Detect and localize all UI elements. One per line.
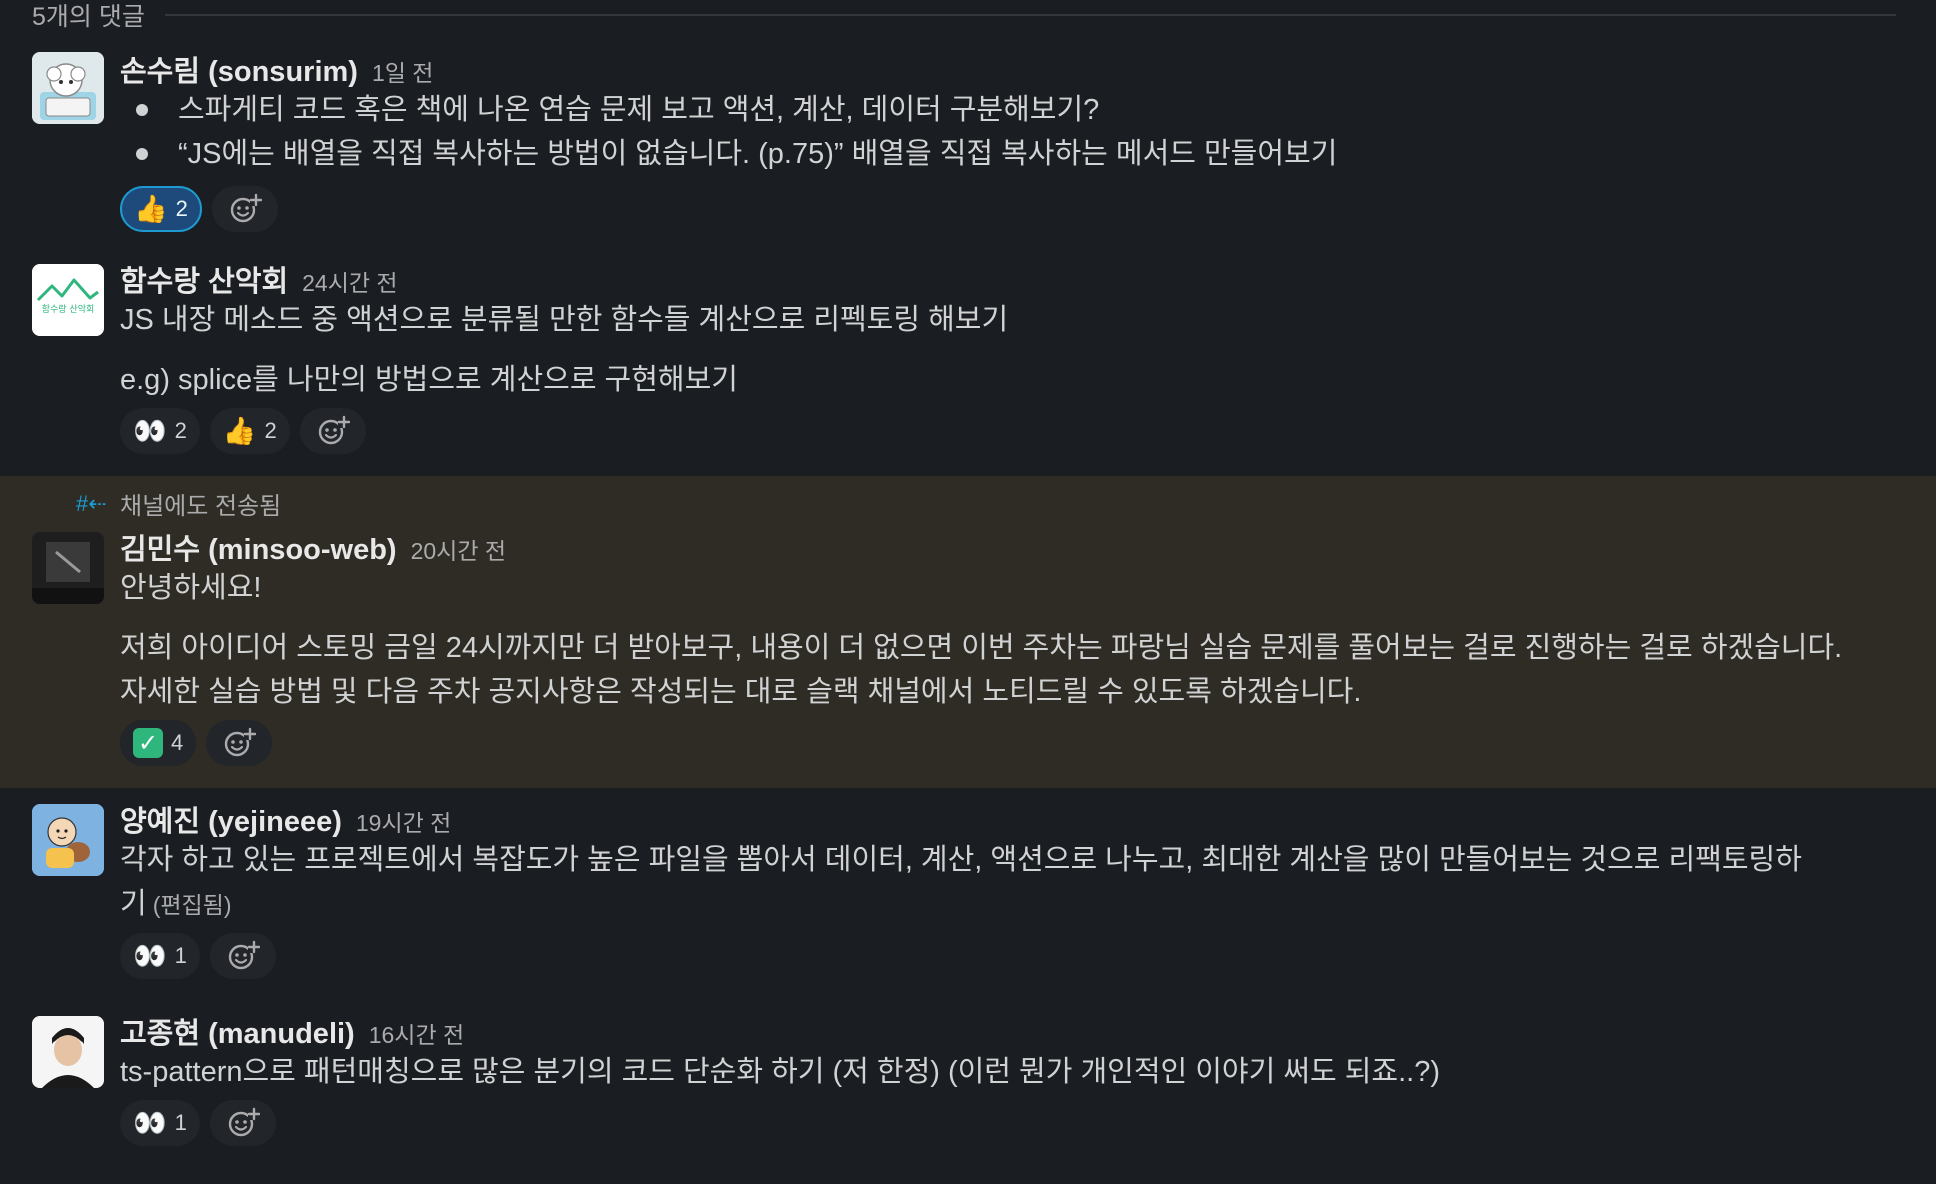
author-name[interactable]: 함수랑 산악회 xyxy=(120,258,288,300)
reaction-count: 1 xyxy=(174,943,187,968)
list-item: 스파게티 코드 혹은 책에 나온 연습 문제 보고 액션, 계산, 데이터 구분… xyxy=(120,88,1896,132)
divider-line xyxy=(164,14,1896,16)
avatar-sheep-illustration xyxy=(32,52,104,124)
eyes-emoji: 👀 xyxy=(133,940,167,971)
avatar-mountain-logo: 함수랑 산악회 xyxy=(32,264,104,336)
message-minsoo-web: #⇠ 채널에도 전송됨 김민수 (minsoo-web) 20시간 전 안녕하세… xyxy=(0,476,1936,788)
message-text: ts-pattern으로 패턴매칭으로 많은 분기의 코드 단순화 하기 (저 … xyxy=(120,1056,1441,1088)
reaction-check-mark[interactable]: ✓ 4 xyxy=(120,720,197,766)
reactions-bar: 👀 2 👍 2 xyxy=(120,408,1896,454)
replies-count-divider: 5개의 댓글 xyxy=(32,0,1896,31)
message-text: 각자 하고 있는 프로젝트에서 복잡도가 높은 파일을 뽑아서 데이터, 계산,… xyxy=(120,844,1802,876)
timestamp[interactable]: 19시간 전 xyxy=(356,804,451,838)
message-yejineee: 양예진 (yejineee) 19시간 전 각자 하고 있는 프로젝트에서 복잡… xyxy=(0,792,1936,992)
message-meta: 손수림 (sonsurim) 1일 전 xyxy=(120,48,1896,88)
avatar-cartoon-illustration xyxy=(32,804,104,876)
reaction-eyes[interactable]: 👀 1 xyxy=(120,1100,200,1146)
check-mark-emoji: ✓ xyxy=(133,728,163,758)
reaction-count: 2 xyxy=(264,418,277,443)
message-meta: 김민수 (minsoo-web) 20시간 전 xyxy=(120,526,1896,566)
reaction-count: 2 xyxy=(174,418,187,443)
message-text: 기 xyxy=(120,888,147,920)
message-body: 김민수 (minsoo-web) 20시간 전 안녕하세요! 저희 아이디어 스… xyxy=(120,526,1896,766)
avatar-hamsurang[interactable]: 함수랑 산악회 xyxy=(32,264,104,336)
list-item-text: 스파게티 코드 혹은 책에 나온 연습 문제 보고 액션, 계산, 데이터 구분… xyxy=(178,94,1100,126)
reaction-thumbs-up[interactable]: 👍 2 xyxy=(209,408,290,454)
reaction-count: 2 xyxy=(175,196,188,221)
author-name[interactable]: 양예진 (yejineee) xyxy=(120,798,342,840)
message-text: 자세한 실습 방법 및 다음 주차 공지사항은 작성되는 대로 슬랙 채널에서 … xyxy=(120,676,1362,708)
add-reaction-icon xyxy=(228,1107,260,1137)
message-text-continued: 기 (편집됨) xyxy=(120,882,1896,927)
author-name[interactable]: 김민수 (minsoo-web) xyxy=(120,526,397,568)
bullet-dot xyxy=(136,104,148,116)
add-reaction-button[interactable] xyxy=(206,720,273,766)
eyes-emoji: 👀 xyxy=(133,415,167,446)
add-reaction-icon xyxy=(228,940,260,970)
message-sonsurim: 손수림 (sonsurim) 1일 전 스파게티 코드 혹은 책에 나온 연습 … xyxy=(0,40,1936,240)
author-name[interactable]: 손수림 (sonsurim) xyxy=(120,48,358,90)
timestamp[interactable]: 20시간 전 xyxy=(411,532,506,566)
avatar-photo xyxy=(32,532,104,604)
reply-count-label: 5개의 댓글 xyxy=(32,3,145,31)
message-meta: 고종현 (manudeli) 16시간 전 xyxy=(120,1010,1896,1050)
add-reaction-button[interactable] xyxy=(209,933,276,979)
timestamp[interactable]: 16시간 전 xyxy=(369,1016,464,1050)
reaction-eyes[interactable]: 👀 2 xyxy=(120,408,200,454)
avatar-photo xyxy=(32,1016,104,1088)
message-body: 고종현 (manudeli) 16시간 전 ts-pattern으로 패턴매칭으… xyxy=(120,1010,1896,1146)
reactions-bar: 👀 1 xyxy=(120,933,1896,979)
avatar-minsoo-web[interactable] xyxy=(32,532,104,604)
add-reaction-button[interactable] xyxy=(299,408,366,454)
channel-share-icon: #⇠ xyxy=(76,490,107,516)
reaction-eyes[interactable]: 👀 1 xyxy=(120,933,200,979)
reactions-bar: 👍 2 xyxy=(120,186,1896,232)
add-reaction-icon xyxy=(318,415,350,445)
thumbs-up-emoji: 👍 xyxy=(222,415,257,446)
author-name[interactable]: 고종현 (manudeli) xyxy=(120,1010,355,1052)
message-body: 양예진 (yejineee) 19시간 전 각자 하고 있는 프로젝트에서 복잡… xyxy=(120,798,1896,979)
reactions-bar: 👀 1 xyxy=(120,1100,1896,1146)
message-text: e.g) splice를 나만의 방법으로 계산으로 구현해보기 xyxy=(120,364,738,396)
message-text: 저희 아이디어 스토밍 금일 24시까지만 더 받아보구, 내용이 더 없으면 … xyxy=(120,632,1843,664)
avatar-yejineee[interactable] xyxy=(32,804,104,876)
bullet-dot xyxy=(136,148,148,160)
reaction-count: 1 xyxy=(174,1110,187,1135)
message-meta: 양예진 (yejineee) 19시간 전 xyxy=(120,798,1896,838)
reactions-bar: ✓ 4 xyxy=(120,720,1896,766)
message-hamsurang: 함수랑 산악회 함수랑 산악회 24시간 전 JS 내장 메소드 중 액션으로 … xyxy=(0,252,1936,472)
also-sent-to-channel-note[interactable]: #⇠ 채널에도 전송됨 xyxy=(76,486,281,521)
eyes-emoji: 👀 xyxy=(133,1107,167,1138)
thumbs-up-emoji: 👍 xyxy=(134,193,168,224)
message-body: 손수림 (sonsurim) 1일 전 스파게티 코드 혹은 책에 나온 연습 … xyxy=(120,48,1896,232)
add-reaction-icon xyxy=(230,193,262,223)
add-reaction-icon xyxy=(225,727,257,757)
message-meta: 함수랑 산악회 24시간 전 xyxy=(120,258,1896,298)
list-item-text: “JS에는 배열을 직접 복사하는 방법이 없습니다. (p.75)” 배열을 … xyxy=(178,138,1338,170)
reaction-count: 4 xyxy=(171,730,184,755)
message-text: 안녕하세요! xyxy=(120,572,262,604)
shared-note-text: 채널에도 전송됨 xyxy=(120,493,282,520)
timestamp[interactable]: 1일 전 xyxy=(372,54,434,88)
timestamp[interactable]: 24시간 전 xyxy=(302,264,397,298)
edited-label: (편집됨) xyxy=(152,892,232,918)
add-reaction-button[interactable] xyxy=(211,186,278,232)
avatar-sonsurim[interactable] xyxy=(32,52,104,124)
avatar-manudeli[interactable] xyxy=(32,1016,104,1088)
add-reaction-button[interactable] xyxy=(209,1100,276,1146)
message-text: JS 내장 메소드 중 액션으로 분류될 만한 함수들 계산으로 리펙토링 해보… xyxy=(120,304,1009,336)
message-manudeli: 고종현 (manudeli) 16시간 전 ts-pattern으로 패턴매칭으… xyxy=(0,1004,1936,1174)
avatar-logo-text: 함수랑 산악회 xyxy=(42,303,95,315)
reaction-thumbs-up[interactable]: 👍 2 xyxy=(120,186,202,232)
list-item: “JS에는 배열을 직접 복사하는 방법이 없습니다. (p.75)” 배열을 … xyxy=(120,132,1896,176)
thread-replies: 5개의 댓글 손수림 (sonsurim) 1일 전 스파게티 코드 혹은 책에… xyxy=(0,0,1936,1184)
message-body: 함수랑 산악회 24시간 전 JS 내장 메소드 중 액션으로 분류될 만한 함… xyxy=(120,258,1896,454)
